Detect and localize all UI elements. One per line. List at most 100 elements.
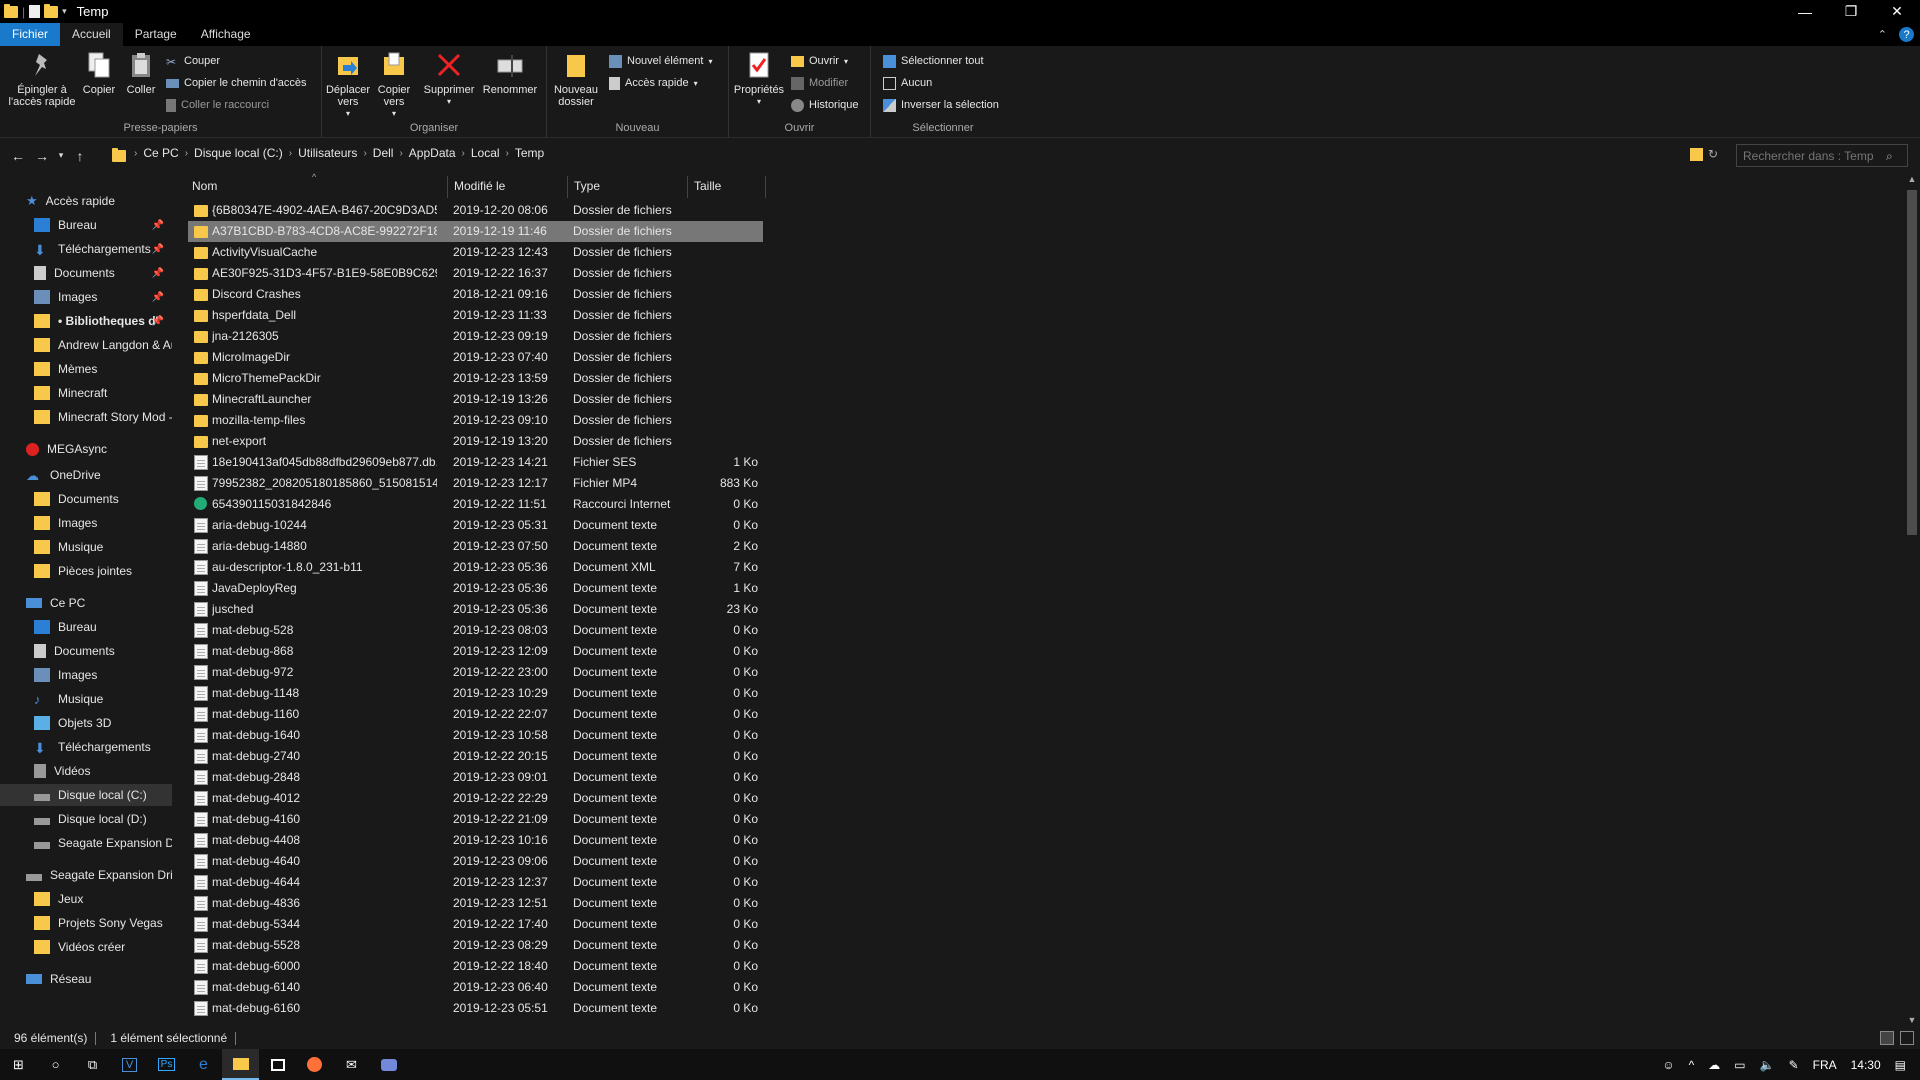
photoshop-icon[interactable]: Ps bbox=[148, 1049, 185, 1080]
new-folder-button[interactable]: Nouveau dossier bbox=[551, 50, 601, 108]
file-row[interactable]: 79952382_208205180185860_51508151495... 2… bbox=[188, 473, 763, 494]
file-row[interactable]: mat-debug-6140 2019-12-23 06:40 Document t… bbox=[188, 977, 763, 998]
language-indicator[interactable]: FRA bbox=[1813, 1058, 1837, 1072]
breadcrumb-appdata[interactable]: AppData bbox=[409, 146, 456, 160]
breadcrumb-temp[interactable]: Temp bbox=[515, 146, 544, 160]
move-to-button[interactable]: Déplacer vers ▾ bbox=[326, 50, 370, 120]
file-row[interactable]: mozilla-temp-files 2019-12-23 09:10 Dossie… bbox=[188, 410, 763, 431]
file-row[interactable]: aria-debug-14880 2019-12-23 07:50 Document… bbox=[188, 536, 763, 557]
edge-browser-icon[interactable]: e bbox=[185, 1049, 222, 1080]
new-item-button[interactable]: Nouvel élément ▾ bbox=[609, 52, 712, 70]
copy-to-button[interactable]: Copier vers ▾ bbox=[372, 50, 416, 120]
refresh-icon[interactable]: ↻ bbox=[1708, 147, 1718, 161]
edit-button[interactable]: Modifier bbox=[791, 74, 848, 92]
large-icons-view-icon[interactable] bbox=[1900, 1031, 1914, 1045]
file-row[interactable]: mat-debug-4836 2019-12-23 12:51 Document t… bbox=[188, 893, 763, 914]
breadcrumb-dell[interactable]: Dell bbox=[373, 146, 394, 160]
recent-locations-chevron-icon[interactable]: ▾ bbox=[54, 150, 68, 161]
help-icon[interactable]: ? bbox=[1899, 27, 1914, 42]
search-input[interactable] bbox=[1736, 144, 1908, 167]
visual-studio-icon[interactable]: V bbox=[111, 1049, 148, 1080]
nav-megasync[interactable]: MEGAsync bbox=[0, 438, 172, 460]
collapse-ribbon-chevron-icon[interactable]: ⌃ bbox=[1878, 28, 1887, 41]
paste-button[interactable]: Coller bbox=[122, 50, 160, 96]
mail-envelope-icon[interactable]: ✉ bbox=[333, 1049, 370, 1080]
file-row[interactable]: mat-debug-4012 2019-12-22 22:29 Document t… bbox=[188, 788, 763, 809]
file-row[interactable]: MicroThemePackDir 2019-12-23 13:59 Dossier… bbox=[188, 368, 763, 389]
nav-onedrive[interactable]: ☁ OneDrive bbox=[0, 464, 172, 486]
file-row[interactable]: Discord Crashes 2018-12-21 09:16 Dossier d… bbox=[188, 284, 763, 305]
nav-onedrive-images[interactable]: Images bbox=[0, 512, 172, 534]
file-row[interactable]: aria-debug-10244 2019-12-23 05:31 Document… bbox=[188, 515, 763, 536]
breadcrumb[interactable]: › Ce PC › Disque local (C:) › Utilisateu… bbox=[134, 146, 544, 160]
column-header-size[interactable]: Taille bbox=[688, 172, 766, 200]
show-hidden-icons-chevron-icon[interactable]: ^ bbox=[1689, 1058, 1695, 1072]
select-none-button[interactable]: Aucun bbox=[883, 74, 932, 92]
column-divider[interactable] bbox=[765, 176, 766, 198]
tab-fichier[interactable]: Fichier bbox=[0, 23, 61, 46]
file-row[interactable]: A37B1CBD-B783-4CD8-AC8E-992272F18F... 201… bbox=[188, 221, 763, 242]
file-row[interactable]: net-export 2019-12-19 13:20 Dossier de fic… bbox=[188, 431, 763, 452]
nav-quick-telechargements[interactable]: ⬇ Téléchargements 📌 bbox=[0, 238, 172, 260]
file-row[interactable]: MicroImageDir 2019-12-23 07:40 Dossier de … bbox=[188, 347, 763, 368]
nav-pc-disque-c[interactable]: Disque local (C:) bbox=[0, 784, 172, 806]
nav-ce-pc[interactable]: Ce PC bbox=[0, 592, 172, 614]
nav-pc-videos[interactable]: Vidéos bbox=[0, 760, 172, 782]
up-arrow-icon[interactable]: ↑ bbox=[68, 148, 92, 164]
file-row[interactable]: jusched 2019-12-23 05:36 Document texte 23 … bbox=[188, 599, 763, 620]
pin-icon[interactable]: 📌 bbox=[152, 244, 164, 255]
pin-quick-access-button[interactable]: Épingler à l'accès rapide bbox=[4, 50, 80, 108]
file-row[interactable]: mat-debug-868 2019-12-23 12:09 Document te… bbox=[188, 641, 763, 662]
volume-speaker-icon[interactable]: 🔈 bbox=[1760, 1058, 1775, 1072]
file-row[interactable]: mat-debug-4408 2019-12-23 10:16 Document t… bbox=[188, 830, 763, 851]
vertical-scrollbar[interactable]: ▲ ▼ bbox=[1904, 172, 1920, 1027]
pin-icon[interactable]: 📌 bbox=[152, 316, 164, 327]
properties-quick-icon[interactable] bbox=[29, 5, 41, 18]
file-row[interactable]: MinecraftLauncher 2019-12-19 13:26 Dossier… bbox=[188, 389, 763, 410]
column-header-name[interactable]: Nom ^ bbox=[186, 172, 448, 200]
breadcrumb-disque-c[interactable]: Disque local (C:) bbox=[194, 146, 283, 160]
file-row[interactable]: mat-debug-6000 2019-12-22 18:40 Document t… bbox=[188, 956, 763, 977]
file-row[interactable]: mat-debug-2848 2019-12-23 09:01 Document t… bbox=[188, 767, 763, 788]
file-row[interactable]: mat-debug-1640 2019-12-23 10:58 Document t… bbox=[188, 725, 763, 746]
file-row[interactable]: JavaDeployReg 2019-12-23 05:36 Document te… bbox=[188, 578, 763, 599]
rename-button[interactable]: Renommer bbox=[480, 50, 540, 96]
copy-path-button[interactable]: Copier le chemin d'accès bbox=[166, 74, 307, 92]
details-view-icon[interactable] bbox=[1880, 1031, 1894, 1045]
nav-onedrive-pieces-jointes[interactable]: Pièces jointes bbox=[0, 560, 172, 582]
nav-quick-images[interactable]: Images 📌 bbox=[0, 286, 172, 308]
properties-button[interactable]: Propriétés ▾ bbox=[733, 50, 785, 108]
nav-pc-objets-3d[interactable]: Objets 3D bbox=[0, 712, 172, 734]
file-row[interactable]: mat-debug-528 2019-12-23 08:03 Document te… bbox=[188, 620, 763, 641]
clock[interactable]: 14:30 bbox=[1851, 1058, 1881, 1072]
pin-icon[interactable]: 📌 bbox=[152, 268, 164, 279]
file-row[interactable]: {6B80347E-4902-4AEA-B467-20C9D3AD5... 201… bbox=[188, 200, 763, 221]
invert-selection-button[interactable]: Inverser la sélection bbox=[883, 96, 999, 114]
firefox-icon[interactable] bbox=[296, 1049, 333, 1080]
task-view-icon[interactable]: ⧉ bbox=[74, 1049, 111, 1080]
discord-icon[interactable] bbox=[370, 1049, 407, 1080]
nav-seagate-sony-vegas[interactable]: Projets Sony Vegas bbox=[0, 912, 172, 934]
copy-button[interactable]: Copier bbox=[80, 50, 118, 96]
select-all-button[interactable]: Sélectionner tout bbox=[883, 52, 984, 70]
minimize-button[interactable]: — bbox=[1782, 0, 1828, 23]
nav-quick-access[interactable]: ★ Accès rapide bbox=[0, 190, 172, 212]
file-row[interactable]: mat-debug-5528 2019-12-23 08:29 Document t… bbox=[188, 935, 763, 956]
nav-seagate-drive[interactable]: Seagate Expansion Drive bbox=[0, 864, 172, 886]
nav-pc-musique[interactable]: ♪ Musique bbox=[0, 688, 172, 710]
nav-pc-documents[interactable]: Documents bbox=[0, 640, 172, 662]
file-row[interactable]: hsperfdata_Dell 2019-12-23 11:33 Dossier d… bbox=[188, 305, 763, 326]
maximize-button[interactable]: ❐ bbox=[1828, 0, 1874, 23]
column-header-modified[interactable]: Modifié le bbox=[448, 172, 568, 200]
file-row[interactable]: mat-debug-4160 2019-12-22 21:09 Document t… bbox=[188, 809, 763, 830]
nav-seagate-videos-creer[interactable]: Vidéos créer bbox=[0, 936, 172, 958]
pin-icon[interactable]: 📌 bbox=[152, 292, 164, 303]
nav-seagate-jeux[interactable]: Jeux bbox=[0, 888, 172, 910]
store-bag-icon[interactable] bbox=[259, 1049, 296, 1080]
nav-pc-seagate[interactable]: Seagate Expansion Driv bbox=[0, 832, 172, 854]
file-row[interactable]: ActivityVisualCache 2019-12-23 12:43 Dossi… bbox=[188, 242, 763, 263]
windows-start-icon[interactable]: ⊞ bbox=[0, 1049, 37, 1080]
file-row[interactable]: mat-debug-5344 2019-12-22 17:40 Document t… bbox=[188, 914, 763, 935]
nav-onedrive-documents[interactable]: Documents bbox=[0, 488, 172, 510]
tab-partage[interactable]: Partage bbox=[123, 23, 189, 46]
